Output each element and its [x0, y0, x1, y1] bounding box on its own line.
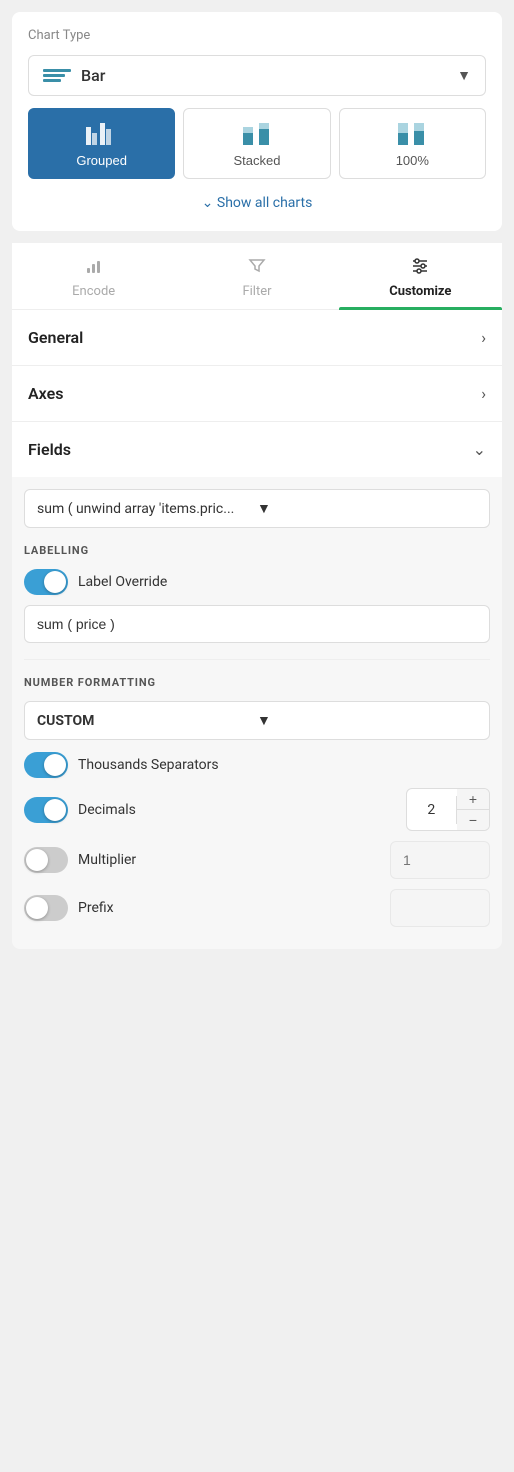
format-chevron-icon: ▼ — [257, 712, 477, 729]
axes-label: Axes — [28, 384, 63, 403]
tab-filter-label: Filter — [242, 284, 271, 299]
hundred-pct-label: 100% — [396, 153, 429, 168]
general-chevron-icon: › — [481, 328, 486, 347]
customize-icon — [410, 255, 430, 280]
number-formatting-title: NUMBER FORMATTING — [24, 676, 490, 689]
decimals-row: Decimals 2 + − — [24, 788, 490, 831]
chart-variants-row: Grouped Stacked 100% — [28, 108, 486, 179]
prefix-toggle[interactable] — [24, 895, 68, 921]
thousands-separators-row: Thousands Separators — [24, 752, 490, 778]
grouped-variant-button[interactable]: Grouped — [28, 108, 175, 179]
hundred-pct-icon — [394, 119, 430, 147]
fields-section-row[interactable]: Fields ⌄ — [12, 422, 502, 477]
multiplier-label: Multiplier — [78, 852, 380, 868]
decimals-stepper[interactable]: 2 + − — [406, 788, 490, 831]
fields-section: sum ( unwind array 'items.pric... ▼ LABE… — [12, 477, 502, 949]
hundred-pct-variant-button[interactable]: 100% — [339, 108, 486, 179]
tab-filter[interactable]: Filter — [175, 243, 338, 309]
labelling-title: LABELLING — [24, 544, 490, 557]
decimals-value: 2 — [407, 796, 457, 824]
chart-type-dropdown[interactable]: Bar ▼ — [28, 55, 486, 96]
field-selector-dropdown[interactable]: sum ( unwind array 'items.pric... ▼ — [24, 489, 490, 528]
format-selected-label: CUSTOM — [37, 713, 257, 729]
label-override-input[interactable] — [24, 605, 490, 643]
stacked-variant-button[interactable]: Stacked — [183, 108, 330, 179]
field-dropdown-chevron-icon: ▼ — [257, 500, 477, 517]
decimals-label: Decimals — [78, 802, 396, 818]
label-override-row: Label Override — [24, 569, 490, 595]
tab-customize-label: Customize — [389, 284, 451, 299]
fields-label: Fields — [28, 440, 71, 459]
show-all-label: Show all charts — [217, 195, 312, 211]
decimals-stepper-buttons: + − — [457, 789, 489, 830]
stacked-icon — [239, 119, 275, 147]
decimals-decrement-button[interactable]: − — [457, 810, 489, 830]
bar-chart-icon — [43, 69, 71, 82]
grouped-icon — [84, 119, 120, 147]
general-section-row[interactable]: General › — [12, 310, 502, 366]
chart-type-selected-label: Bar — [81, 66, 457, 85]
decimals-toggle[interactable] — [24, 797, 68, 823]
decimals-increment-button[interactable]: + — [457, 789, 489, 810]
thousands-separators-toggle[interactable] — [24, 752, 68, 778]
grouped-label: Grouped — [76, 153, 127, 168]
format-dropdown[interactable]: CUSTOM ▼ — [24, 701, 490, 740]
separator-1 — [24, 659, 490, 660]
fields-chevron-icon: ⌄ — [473, 440, 486, 459]
tabs-row: Encode Filter Customize — [12, 243, 502, 310]
multiplier-toggle[interactable] — [24, 847, 68, 873]
prefix-label: Prefix — [78, 900, 380, 916]
chart-type-title: Chart Type — [28, 28, 486, 43]
labelling-section: LABELLING Label Override — [24, 544, 490, 647]
tab-customize[interactable]: Customize — [339, 243, 502, 309]
label-override-toggle[interactable] — [24, 569, 68, 595]
tab-encode-label: Encode — [72, 284, 115, 299]
general-label: General — [28, 328, 83, 347]
chart-type-panel: Chart Type Bar ▼ Grouped — [12, 12, 502, 231]
stacked-label: Stacked — [234, 153, 281, 168]
multiplier-input — [390, 841, 490, 879]
prefix-input — [390, 889, 490, 927]
number-formatting-section: NUMBER FORMATTING CUSTOM ▼ Thousands Sep… — [24, 676, 490, 927]
filter-icon — [247, 255, 267, 280]
multiplier-row: Multiplier — [24, 841, 490, 879]
tab-encode[interactable]: Encode — [12, 243, 175, 309]
axes-section-row[interactable]: Axes › — [12, 366, 502, 422]
axes-chevron-icon: › — [481, 384, 486, 403]
thousands-separators-label: Thousands Separators — [78, 757, 219, 773]
chart-type-chevron-icon: ▼ — [457, 67, 471, 84]
chevron-down-icon: ⌄ — [202, 195, 217, 211]
show-all-charts-button[interactable]: ⌄ Show all charts — [28, 191, 486, 215]
label-override-label: Label Override — [78, 574, 167, 590]
field-selected-label: sum ( unwind array 'items.pric... — [37, 501, 257, 517]
encode-icon — [84, 255, 104, 280]
prefix-row: Prefix — [24, 889, 490, 927]
